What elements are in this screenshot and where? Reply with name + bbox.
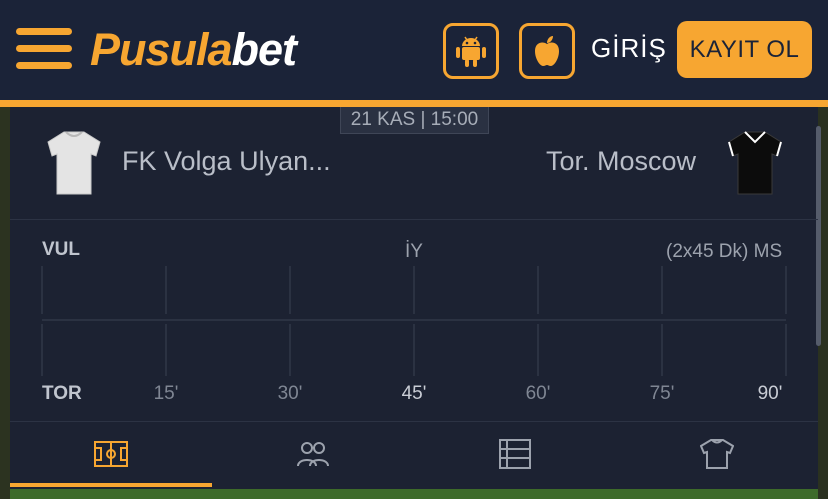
tick-label-90: 90' xyxy=(757,383,783,404)
home-team-name: FK Volga Ulyan... xyxy=(122,146,331,176)
away-team-name: Tor. Moscow xyxy=(546,146,697,176)
tick-label-75: 75' xyxy=(649,383,675,404)
background-field xyxy=(10,489,818,499)
tab-field[interactable] xyxy=(10,424,212,484)
away-jersey-icon xyxy=(728,131,782,195)
tick-label-15: 15' xyxy=(153,383,179,404)
tab-players[interactable] xyxy=(212,424,414,484)
match-date-badge: 21 KAS | 15:00 xyxy=(340,107,489,134)
home-team-abbr: VUL xyxy=(42,239,80,260)
apple-icon xyxy=(535,36,559,66)
header-accent-line xyxy=(0,100,828,107)
tick-label-45: 45' xyxy=(401,383,427,404)
tick-label-30: 30' xyxy=(277,383,303,404)
home-jersey-icon xyxy=(47,131,101,195)
brand-logo[interactable]: Pusulabet xyxy=(90,24,297,76)
jersey-icon xyxy=(700,439,734,469)
active-tab-indicator xyxy=(10,483,212,487)
ios-app-button[interactable] xyxy=(519,23,575,79)
logo-text-primary: Pusula xyxy=(90,24,233,75)
list-icon xyxy=(499,439,531,469)
logo-text-secondary: bet xyxy=(231,24,297,75)
tick-label-60: 60' xyxy=(525,383,551,404)
divider xyxy=(10,219,818,220)
away-team-abbr: TOR xyxy=(42,383,82,404)
tab-list[interactable] xyxy=(414,424,616,484)
tab-lineup[interactable] xyxy=(616,424,818,484)
players-icon xyxy=(297,442,329,467)
field-icon xyxy=(94,441,128,467)
top-header: Pusulabet GİRİŞ KAYIT OL xyxy=(0,0,828,100)
divider xyxy=(10,421,818,422)
match-timeline xyxy=(41,266,787,376)
register-button[interactable]: KAYIT OL xyxy=(677,21,812,78)
menu-icon[interactable] xyxy=(16,28,72,70)
android-app-button[interactable] xyxy=(443,23,499,79)
login-link[interactable]: GİRİŞ xyxy=(591,33,667,64)
android-icon xyxy=(456,36,486,67)
